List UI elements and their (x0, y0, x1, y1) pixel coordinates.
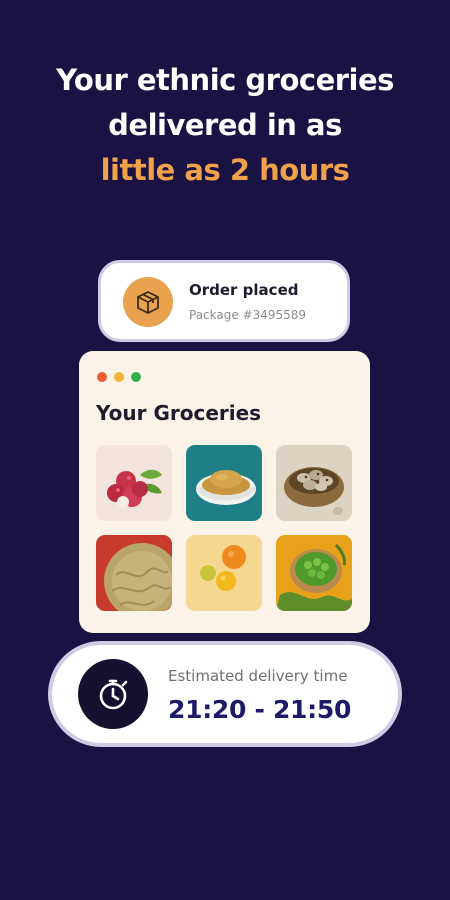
stopwatch-icon (78, 659, 148, 729)
headline: Your ethnic groceries delivered in as li… (0, 58, 450, 193)
window-controls (97, 372, 141, 382)
order-status-card: Order placed Package #3495589 (98, 260, 350, 342)
headline-line-1: Your ethnic groceries (56, 63, 394, 97)
groceries-title: Your Groceries (96, 401, 262, 425)
headline-line-2: delivered in as (108, 108, 342, 142)
window-dot-green (131, 372, 141, 382)
delivery-label: Estimated delivery time (168, 667, 348, 685)
grocery-item-citrus-fruits[interactable] (186, 535, 262, 611)
grocery-item-green-peas[interactable] (276, 535, 352, 611)
window-dot-yellow (114, 372, 124, 382)
window-dot-red (97, 372, 107, 382)
delivery-estimate-card: Estimated delivery time 21:20 - 21:50 (48, 641, 402, 747)
grocery-item-ground-spice[interactable] (186, 445, 262, 521)
package-box-icon (123, 277, 173, 327)
grocery-item-vermicelli[interactable] (96, 535, 172, 611)
headline-accent: little as 2 hours (100, 153, 350, 187)
grocery-item-lychees[interactable] (96, 445, 172, 521)
grocery-item-quail-eggs[interactable] (276, 445, 352, 521)
delivery-time-window: 21:20 - 21:50 (168, 695, 352, 724)
package-number: Package #3495589 (189, 308, 307, 322)
groceries-window: Your Groceries (79, 351, 370, 633)
order-status-title: Order placed (189, 281, 299, 299)
